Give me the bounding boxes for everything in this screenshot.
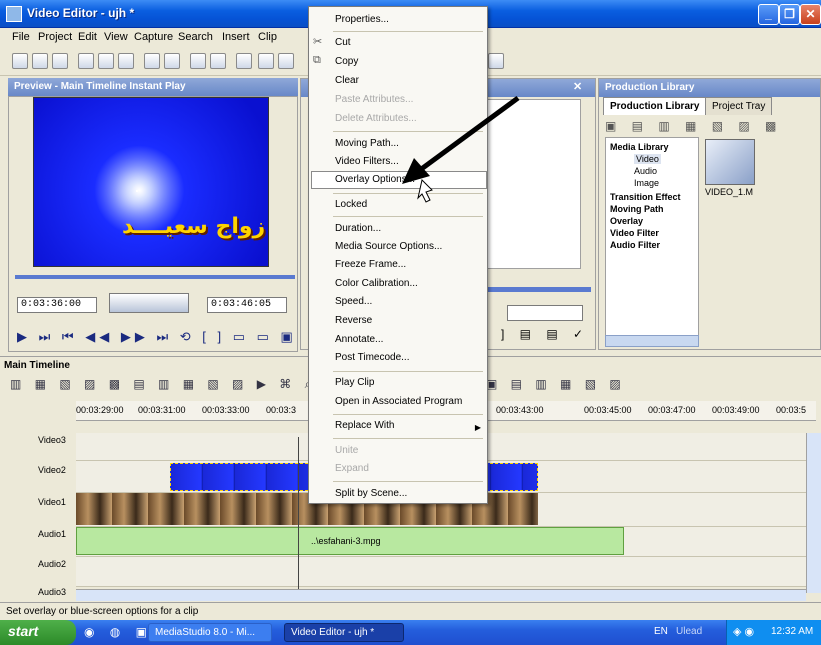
start-button[interactable]: start: [0, 620, 76, 645]
start-label: start: [8, 623, 39, 639]
clock[interactable]: 12:32 AM: [771, 626, 813, 637]
arrow-shaft: [418, 95, 520, 173]
quick-launch-icons[interactable]: ◉ ◍ ▣: [84, 625, 153, 639]
annotation-arrow: [402, 95, 520, 203]
app-window: Video Editor - ujh * _ ❐ ✕ File Project …: [0, 0, 821, 645]
tray-icons[interactable]: ◈ ◉: [733, 625, 754, 638]
status-bar: Set overlay or blue-screen options for a…: [0, 602, 821, 620]
language-indicator[interactable]: EN: [654, 626, 668, 637]
arrow-head: [402, 158, 430, 184]
taskbar: start ◉ ◍ ▣ MediaStudio 8.0 - Mi... Vide…: [0, 620, 821, 645]
task-video-editor[interactable]: Video Editor - ujh *: [284, 623, 404, 642]
mouse-cursor-icon: [417, 179, 433, 203]
system-tray: ◈ ◉ 12:32 AM: [726, 620, 821, 645]
ulead-tray-label: Ulead: [676, 626, 703, 637]
task-mediastudio[interactable]: MediaStudio 8.0 - Mi...: [148, 623, 272, 642]
